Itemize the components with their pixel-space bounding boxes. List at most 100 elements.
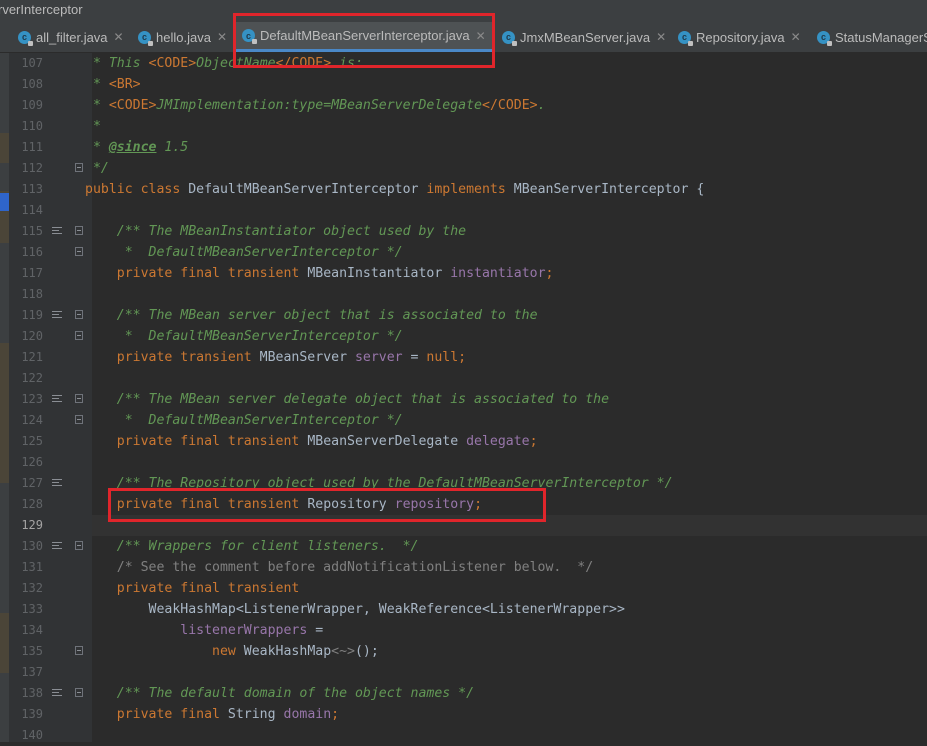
close-icon[interactable]: ✕: [114, 30, 124, 44]
code-token: *: [85, 98, 109, 113]
code-text: * @since 1.5: [85, 137, 188, 158]
code-line[interactable]: 108 * <BR>: [0, 74, 927, 95]
code-line[interactable]: 116 * DefaultMBeanServerInterceptor */: [0, 242, 927, 263]
code-token: @since: [108, 140, 157, 155]
line-number: 118: [21, 287, 43, 301]
close-icon[interactable]: ✕: [217, 30, 227, 44]
code-text: /** The MBeanInstantiator object used by…: [85, 221, 466, 242]
close-icon[interactable]: ✕: [656, 30, 666, 44]
code-token: =: [307, 623, 324, 638]
code-text: * DefaultMBeanServerInterceptor */: [85, 242, 403, 263]
render-doc-icon[interactable]: [52, 309, 62, 321]
code-line[interactable]: 110 *: [0, 116, 927, 137]
code-line[interactable]: 124 * DefaultMBeanServerInterceptor */: [0, 410, 927, 431]
line-number: 133: [21, 602, 43, 616]
line-number: 128: [21, 497, 43, 511]
fold-toggle-icon[interactable]: [75, 394, 83, 403]
fold-toggle-icon[interactable]: [75, 247, 83, 256]
code-line[interactable]: 137: [0, 662, 927, 683]
line-number: 111: [21, 140, 43, 154]
code-line[interactable]: 120 * DefaultMBeanServerInterceptor */: [0, 326, 927, 347]
line-number: 115: [21, 224, 43, 238]
code-line[interactable]: 138 /** The default domain of the object…: [0, 683, 927, 704]
code-line[interactable]: 115 /** The MBeanInstantiator object use…: [0, 221, 927, 242]
code-line[interactable]: 113 public class DefaultMBeanServerInterc…: [0, 179, 927, 200]
render-doc-icon[interactable]: [52, 540, 62, 552]
code-text: private final transient MBeanInstantiato…: [85, 263, 554, 284]
code-line[interactable]: 132 private final transient: [0, 578, 927, 599]
close-icon[interactable]: ✕: [791, 30, 801, 44]
code-line[interactable]: 112 */: [0, 158, 927, 179]
java-class-icon: c: [678, 30, 693, 46]
code-token: * DefaultMBeanServerInterceptor */: [85, 245, 403, 260]
code-token: domain: [283, 707, 332, 722]
code-text: /** The default domain of the object nam…: [85, 683, 474, 704]
fold-toggle-icon[interactable]: [75, 646, 83, 655]
code-token: MBeanServerInterceptor {: [513, 182, 705, 197]
code-token: null;: [426, 350, 467, 365]
tab-hello[interactable]: c hello.java ✕: [138, 22, 227, 52]
code-token: * This: [85, 56, 149, 71]
code-line[interactable]: 117 private final transient MBeanInstant…: [0, 263, 927, 284]
code-line[interactable]: 118: [0, 284, 927, 305]
code-token: public class: [85, 182, 189, 197]
fold-toggle-icon[interactable]: [75, 310, 83, 319]
line-number: 123: [21, 392, 43, 406]
tab-label: Repository.java: [696, 29, 785, 45]
line-number: 130: [21, 539, 43, 553]
code-line[interactable]: 134 listenerWrappers =: [0, 620, 927, 641]
fold-toggle-icon[interactable]: [75, 331, 83, 340]
fold-toggle-icon[interactable]: [75, 415, 83, 424]
code-token: String: [227, 707, 284, 722]
code-line[interactable]: 109 * <CODE>JMImplementation:type=MBeanS…: [0, 95, 927, 116]
code-line[interactable]: 114: [0, 200, 927, 221]
window-title: rverInterceptor: [0, 2, 83, 17]
code-line[interactable]: 126: [0, 452, 927, 473]
code-token: ();: [354, 644, 379, 659]
code-line[interactable]: 111 * @since 1.5: [0, 137, 927, 158]
fold-toggle-icon[interactable]: [75, 163, 83, 172]
code-line[interactable]: 131 /* See the comment before addNotific…: [0, 557, 927, 578]
fold-toggle-icon[interactable]: [75, 226, 83, 235]
code-token: <~>: [331, 644, 355, 659]
line-number: 127: [21, 476, 43, 490]
code-token: new: [85, 644, 244, 659]
code-line[interactable]: 121 private transient MBeanServer server…: [0, 347, 927, 368]
line-number: 129: [21, 518, 43, 532]
line-number: 137: [21, 665, 43, 679]
code-text: * <CODE>JMImplementation:type=MBeanServe…: [85, 95, 546, 116]
code-line[interactable]: 140: [0, 725, 927, 746]
code-line[interactable]: 130 /** Wrappers for client listeners. *…: [0, 536, 927, 557]
code-token: ;: [529, 434, 538, 449]
fold-toggle-icon[interactable]: [75, 541, 83, 550]
code-line[interactable]: 125 private final transient MBeanServerD…: [0, 431, 927, 452]
tab-repository[interactable]: c Repository.java ✕: [678, 22, 801, 52]
tab-jmx-mbean-server[interactable]: c JmxMBeanServer.java ✕: [502, 22, 666, 52]
code-text: private transient MBeanServer server = n…: [85, 347, 466, 368]
code-line[interactable]: 139 private final String domain;: [0, 704, 927, 725]
code-text: * <BR>: [85, 74, 141, 95]
code-text: * DefaultMBeanServerInterceptor */: [85, 326, 403, 347]
code-line[interactable]: 122: [0, 368, 927, 389]
fold-toggle-icon[interactable]: [75, 688, 83, 697]
tab-status-manager[interactable]: c StatusManagerS: [817, 22, 927, 52]
code-token: implements: [426, 182, 514, 197]
code-token: MBeanServer: [259, 350, 355, 365]
code-token: * DefaultMBeanServerInterceptor */: [85, 413, 403, 428]
render-doc-icon[interactable]: [52, 393, 62, 405]
render-doc-icon[interactable]: [52, 225, 62, 237]
tab-all-filter[interactable]: c all_filter.java ✕: [18, 22, 124, 52]
code-token: ;: [331, 707, 340, 722]
code-line[interactable]: 135 new WeakHashMap<~>();: [0, 641, 927, 662]
code-text: * DefaultMBeanServerInterceptor */: [85, 410, 403, 431]
code-line[interactable]: 123 /** The MBean server delegate object…: [0, 389, 927, 410]
render-doc-icon[interactable]: [52, 477, 62, 489]
code-text: private final transient MBeanServerDeleg…: [85, 431, 538, 452]
code-text: WeakHashMap<ListenerWrapper, WeakReferen…: [85, 599, 625, 620]
line-number: 139: [21, 707, 43, 721]
render-doc-icon[interactable]: [52, 687, 62, 699]
code-text: new WeakHashMap<~>();: [85, 641, 379, 662]
code-line[interactable]: 119 /** The MBean server object that is …: [0, 305, 927, 326]
code-token: /** The MBean server delegate object tha…: [85, 392, 610, 407]
code-line[interactable]: 133 WeakHashMap<ListenerWrapper, WeakRef…: [0, 599, 927, 620]
